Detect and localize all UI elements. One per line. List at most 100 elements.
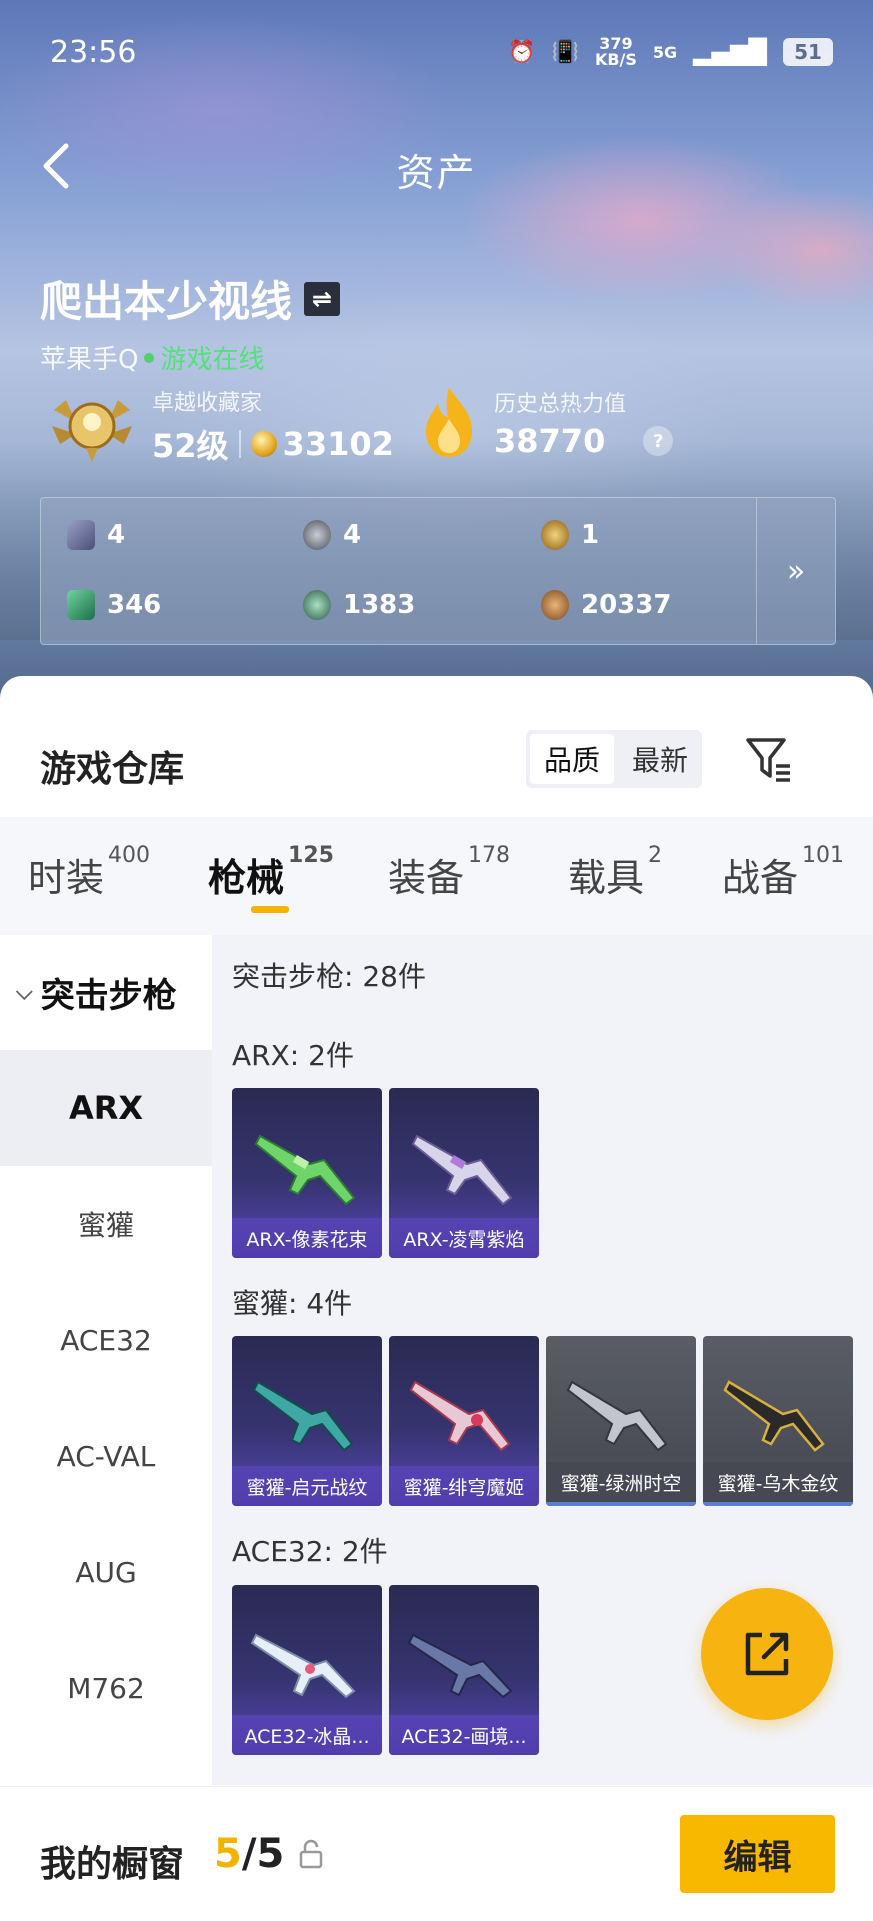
category-label: 突击步枪 <box>40 976 177 1016</box>
weapon-card[interactable]: 蜜獾-乌木金纹 <box>703 1336 853 1506</box>
resource-value: 346 <box>107 590 162 620</box>
weapon-name: 蜜獾-启元战纹 <box>232 1466 382 1506</box>
category-tabs: 时装400 枪械125 装备178 载具2 战备101 <box>0 817 873 935</box>
collector-stat[interactable]: 卓越收藏家 52级 33102 <box>46 385 394 467</box>
resource-value: 1 <box>581 520 600 550</box>
sort-quality-button[interactable]: 品质 <box>530 734 614 784</box>
sidebar-item-ace32[interactable]: ACE32 <box>0 1282 212 1398</box>
flame-icon <box>426 387 472 457</box>
tab-count: 400 <box>108 843 151 868</box>
shell-icon <box>541 590 569 620</box>
resource-item: 346 <box>67 590 161 620</box>
resource-item: 1383 <box>303 590 415 620</box>
weapon-card[interactable]: 蜜獾-绯穹魔姬 <box>389 1336 539 1506</box>
sidebar-item-honeybadger[interactable]: 蜜獾 <box>0 1166 212 1282</box>
group-label: 蜜獾: 4件 <box>232 1287 353 1320</box>
collector-medal-icon <box>52 400 132 462</box>
warehouse-title: 游戏仓库 <box>40 749 185 790</box>
tab-label: 时装 <box>28 856 105 900</box>
showcase-count: 5/5 <box>214 1831 284 1877</box>
net-speed-unit: KB/S <box>594 50 637 69</box>
online-dot-icon <box>144 352 155 363</box>
card-icon <box>67 520 95 550</box>
resource-panel[interactable]: 4 4 1 346 1383 20337 » <box>40 497 836 645</box>
weapon-card[interactable]: ACE32-画境... <box>389 1585 539 1755</box>
showcase-total: /5 <box>241 1831 285 1877</box>
resource-value: 20337 <box>581 590 672 620</box>
online-status: 游戏在线 <box>160 345 265 375</box>
sort-newest-button[interactable]: 最新 <box>618 730 702 788</box>
showcase-current: 5 <box>214 1831 242 1877</box>
tab-equipment[interactable]: 装备178 <box>388 843 510 902</box>
share-icon <box>745 1632 789 1676</box>
net-speed: 379 KB/S <box>595 36 637 68</box>
status-time: 23:56 <box>50 34 137 70</box>
resource-value: 1383 <box>343 590 416 620</box>
resource-item: 1 <box>541 520 599 550</box>
group-label: ARX: 2件 <box>232 1039 354 1072</box>
ticket-icon <box>67 590 95 620</box>
rifle-icon <box>409 1380 511 1452</box>
resource-value: 4 <box>343 520 362 550</box>
resource-item: 20337 <box>541 590 671 620</box>
switch-account-icon[interactable]: ⇌ <box>304 281 341 316</box>
tab-count: 125 <box>288 843 334 868</box>
help-icon[interactable]: ? <box>643 426 674 456</box>
tab-vehicles[interactable]: 载具2 <box>568 843 662 902</box>
filter-icon[interactable] <box>744 734 794 784</box>
resource-value: 4 <box>107 520 126 550</box>
collector-level: 52级 <box>152 427 229 465</box>
sidebar-item-ac-val[interactable]: AC-VAL <box>0 1398 212 1514</box>
battery-icon: 51 <box>783 38 833 66</box>
expand-chevron-icon[interactable]: » <box>756 498 835 644</box>
heat-stat[interactable]: 历史总热力值 38770 ? <box>418 385 674 461</box>
badge-icon <box>303 520 331 550</box>
heat-value: 38770 <box>494 422 606 460</box>
tab-label: 载具 <box>568 856 645 900</box>
resource-item: 4 <box>303 520 361 550</box>
weapon-sidebar: ⌵ 突击步枪 ARX 蜜獾 ACE32 AC-VAL AUG M762 <box>0 935 212 1785</box>
weapon-card[interactable]: 蜜獾-绿洲时空 <box>546 1336 696 1506</box>
lock-icon <box>299 1839 323 1869</box>
resource-item: 4 <box>67 520 125 550</box>
sidebar-item-m762[interactable]: M762 <box>0 1630 212 1746</box>
weapon-name: 蜜獾-乌木金纹 <box>703 1462 853 1506</box>
sidebar-item-aug[interactable]: AUG <box>0 1514 212 1630</box>
profile-header: 爬出本少视线 ⇌ 苹果手Q 游戏在线 <box>40 268 341 376</box>
emblem-icon <box>541 520 569 550</box>
tab-label: 战备 <box>722 856 799 900</box>
tab-label: 装备 <box>388 856 465 900</box>
sidebar-item-arx[interactable]: ARX <box>0 1050 212 1166</box>
divider <box>238 430 241 458</box>
tab-count: 101 <box>802 843 845 868</box>
tab-fashion[interactable]: 时装400 <box>28 843 150 902</box>
group-label: ACE32: 2件 <box>232 1535 388 1568</box>
weapon-card[interactable]: ACE32-冰晶... <box>232 1585 382 1755</box>
rifle-icon <box>250 1633 356 1699</box>
chevron-down-icon: ⌵ <box>16 980 33 1005</box>
share-button[interactable] <box>701 1588 833 1720</box>
active-tab-indicator <box>251 906 289 913</box>
vibrate-icon: 📳 <box>551 39 579 65</box>
weapon-card[interactable]: ARX-凌霄紫焰 <box>389 1088 539 1258</box>
weapon-card[interactable]: ARX-像素花束 <box>232 1088 382 1258</box>
sort-toggle[interactable]: 品质 最新 <box>526 730 702 788</box>
edit-button[interactable]: 编辑 <box>680 1815 835 1893</box>
collector-label: 卓越收藏家 <box>152 391 263 416</box>
coin-icon <box>250 431 277 457</box>
tab-supplies[interactable]: 战备101 <box>722 843 844 902</box>
tab-count: 2 <box>648 843 663 868</box>
coin-count: 33102 <box>282 425 394 463</box>
weapon-name: ARX-像素花束 <box>232 1218 382 1258</box>
tab-firearms[interactable]: 枪械125 <box>208 843 334 902</box>
rifle-icon <box>252 1380 354 1452</box>
signal-icon: ▂▄▆█ <box>693 38 767 66</box>
weapon-name: ACE32-冰晶... <box>232 1715 382 1755</box>
orb-icon <box>303 590 331 620</box>
weapon-card[interactable]: 蜜獾-启元战纹 <box>232 1336 382 1506</box>
rifle-icon <box>723 1380 825 1452</box>
category-header[interactable]: ⌵ 突击步枪 <box>0 935 212 1050</box>
username: 爬出本少视线 <box>40 277 293 326</box>
showcase-label: 我的橱窗 <box>40 1844 185 1885</box>
network-label: 5G <box>652 42 678 62</box>
